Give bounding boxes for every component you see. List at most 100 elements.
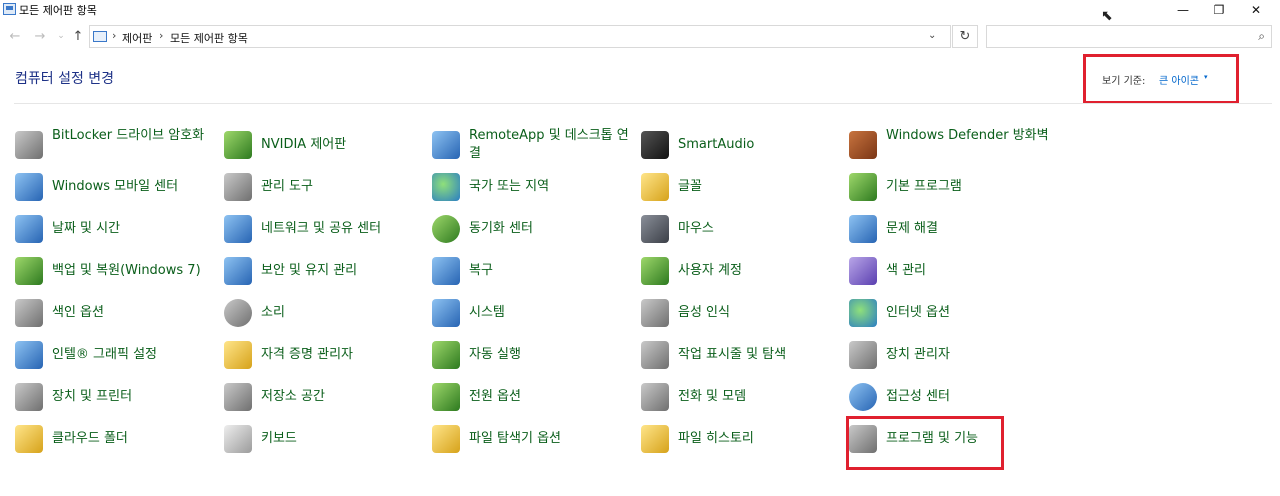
cp-item-region[interactable]: 국가 또는 지역: [432, 167, 632, 207]
cp-item-label[interactable]: 파일 탐색기 옵션: [469, 430, 639, 448]
control-panel-icon: [3, 3, 16, 15]
cp-item-speech[interactable]: 음성 인식: [641, 293, 841, 333]
cp-item-label[interactable]: 인터넷 옵션: [886, 304, 1056, 322]
cp-item-label[interactable]: 사용자 계정: [678, 262, 848, 280]
cp-item-label[interactable]: 날짜 및 시간: [52, 220, 222, 238]
cp-item-label[interactable]: 보안 및 유지 관리: [261, 262, 431, 280]
cp-item-mobility-center[interactable]: Windows 모바일 센터: [15, 167, 215, 207]
search-icon[interactable]: ⌕: [1258, 29, 1265, 44]
cp-item-remoteapp[interactable]: RemoteApp 및 데스크톱 연결: [432, 125, 632, 165]
cp-item-smartaudio[interactable]: SmartAudio: [641, 125, 841, 165]
cp-item-label[interactable]: 장치 관리자: [886, 346, 1056, 364]
cp-item-internet-options[interactable]: 인터넷 옵션: [849, 293, 1049, 333]
cp-item-label[interactable]: 저장소 공간: [261, 388, 431, 406]
cp-item-label[interactable]: 자격 증명 관리자: [261, 346, 431, 364]
cp-item-label[interactable]: 색인 옵션: [52, 304, 222, 322]
cp-item-label[interactable]: 색 관리: [886, 262, 1056, 280]
taskbar-icon: [641, 341, 669, 369]
cp-item-file-history[interactable]: 파일 히스토리: [641, 419, 841, 459]
cp-item-fonts[interactable]: 글꼴: [641, 167, 841, 207]
cp-item-label[interactable]: 백업 및 복원(Windows 7): [52, 262, 222, 280]
up-button[interactable]: ↑: [68, 26, 88, 46]
address-bar[interactable]: › 제어판 › 모든 제어판 항목 ⌄: [89, 25, 951, 48]
cp-item-network[interactable]: 네트워크 및 공유 센터: [224, 209, 424, 249]
forward-button[interactable]: →: [30, 26, 50, 46]
cp-item-device-manager[interactable]: 장치 관리자: [849, 335, 1049, 375]
cp-item-label[interactable]: 접근성 센터: [886, 388, 1056, 406]
cp-item-label[interactable]: 클라우드 폴더: [52, 430, 222, 448]
cp-item-label[interactable]: Windows 모바일 센터: [52, 178, 222, 196]
cp-item-label[interactable]: 글꼴: [678, 178, 848, 196]
cp-item-recovery[interactable]: 복구: [432, 251, 632, 291]
cp-item-label[interactable]: 복구: [469, 262, 639, 280]
cp-item-color-management[interactable]: 색 관리: [849, 251, 1049, 291]
cp-item-credential[interactable]: 자격 증명 관리자: [224, 335, 424, 375]
cp-item-sound[interactable]: 소리: [224, 293, 424, 333]
cp-item-label[interactable]: 네트워크 및 공유 센터: [261, 220, 431, 238]
cp-item-label[interactable]: RemoteApp 및 데스크톱 연결: [469, 127, 639, 163]
cp-item-label[interactable]: 시스템: [469, 304, 639, 322]
cp-item-power[interactable]: 전원 옵션: [432, 377, 632, 417]
breadcrumb-separator[interactable]: ›: [159, 29, 163, 42]
cp-item-system[interactable]: 시스템: [432, 293, 632, 333]
cp-item-label[interactable]: 인텔® 그래픽 설정: [52, 346, 222, 364]
cp-item-default-programs[interactable]: 기본 프로그램: [849, 167, 1049, 207]
cp-item-user-accounts[interactable]: 사용자 계정: [641, 251, 841, 291]
cp-item-security[interactable]: 보안 및 유지 관리: [224, 251, 424, 291]
cp-item-troubleshooting[interactable]: 문제 해결: [849, 209, 1049, 249]
cp-item-label[interactable]: 관리 도구: [261, 178, 431, 196]
cp-item-phone-modem[interactable]: 전화 및 모뎀: [641, 377, 841, 417]
cp-item-ease-of-access[interactable]: 접근성 센터: [849, 377, 1049, 417]
region-icon: [432, 173, 460, 201]
cp-item-sync-center[interactable]: 동기화 센터: [432, 209, 632, 249]
cp-item-label[interactable]: BitLocker 드라이브 암호화: [52, 127, 222, 145]
view-by-dropdown[interactable]: 큰 아이콘: [1159, 72, 1199, 87]
address-dropdown-icon[interactable]: ⌄: [928, 30, 936, 41]
cp-item-admin-tools[interactable]: 관리 도구: [224, 167, 424, 207]
cp-item-mouse[interactable]: 마우스: [641, 209, 841, 249]
cp-item-label[interactable]: 음성 인식: [678, 304, 848, 322]
cp-item-storage-spaces[interactable]: 저장소 공간: [224, 377, 424, 417]
refresh-button[interactable]: ↻: [952, 25, 978, 48]
close-button[interactable]: ✕: [1233, 0, 1279, 20]
cp-item-folder-options[interactable]: 파일 탐색기 옵션: [432, 419, 632, 459]
cp-item-label[interactable]: 작업 표시줄 및 탐색: [678, 346, 848, 364]
breadcrumb-separator[interactable]: ›: [112, 29, 116, 42]
cp-item-devices-printers[interactable]: 장치 및 프린터: [15, 377, 215, 417]
cp-item-label[interactable]: 파일 히스토리: [678, 430, 848, 448]
cp-item-label[interactable]: 전원 옵션: [469, 388, 639, 406]
cp-item-intel-graphics[interactable]: 인텔® 그래픽 설정: [15, 335, 215, 375]
cp-item-label[interactable]: 문제 해결: [886, 220, 1056, 238]
cp-item-nvidia[interactable]: NVIDIA 제어판: [224, 125, 424, 165]
cp-item-keyboard[interactable]: 키보드: [224, 419, 424, 459]
file-history-icon: [641, 425, 669, 453]
cp-item-taskbar[interactable]: 작업 표시줄 및 탐색: [641, 335, 841, 375]
cp-item-backup[interactable]: 백업 및 복원(Windows 7): [15, 251, 215, 291]
cp-item-label[interactable]: NVIDIA 제어판: [261, 136, 431, 154]
cp-item-label[interactable]: 키보드: [261, 430, 431, 448]
cp-item-label[interactable]: 장치 및 프린터: [52, 388, 222, 406]
internet-options-icon: [849, 299, 877, 327]
chevron-down-icon[interactable]: ▾: [1204, 73, 1208, 81]
cp-item-date-time[interactable]: 날짜 및 시간: [15, 209, 215, 249]
cp-item-label[interactable]: 전화 및 모뎀: [678, 388, 848, 406]
cp-item-label[interactable]: 국가 또는 지역: [469, 178, 639, 196]
backup-icon: [15, 257, 43, 285]
breadcrumb-all-items[interactable]: 모든 제어판 항목: [170, 30, 248, 46]
cp-item-indexing[interactable]: 색인 옵션: [15, 293, 215, 333]
credential-icon: [224, 341, 252, 369]
cp-item-label[interactable]: 소리: [261, 304, 431, 322]
cp-item-firewall[interactable]: Windows Defender 방화벽: [849, 125, 1049, 165]
cp-item-cloud-folder[interactable]: 클라우드 폴더: [15, 419, 215, 459]
back-button[interactable]: ←: [5, 26, 25, 46]
cp-item-autoplay[interactable]: 자동 실행: [432, 335, 632, 375]
cp-item-bitlocker[interactable]: BitLocker 드라이브 암호화: [15, 125, 215, 165]
cp-item-label[interactable]: 자동 실행: [469, 346, 639, 364]
breadcrumb-control-panel[interactable]: 제어판: [122, 30, 152, 46]
search-input[interactable]: ⌕: [986, 25, 1272, 48]
cp-item-label[interactable]: Windows Defender 방화벽: [886, 127, 1056, 145]
cp-item-label[interactable]: 마우스: [678, 220, 848, 238]
cp-item-label[interactable]: 동기화 센터: [469, 220, 639, 238]
cp-item-label[interactable]: SmartAudio: [678, 136, 848, 154]
cp-item-label[interactable]: 기본 프로그램: [886, 178, 1056, 196]
